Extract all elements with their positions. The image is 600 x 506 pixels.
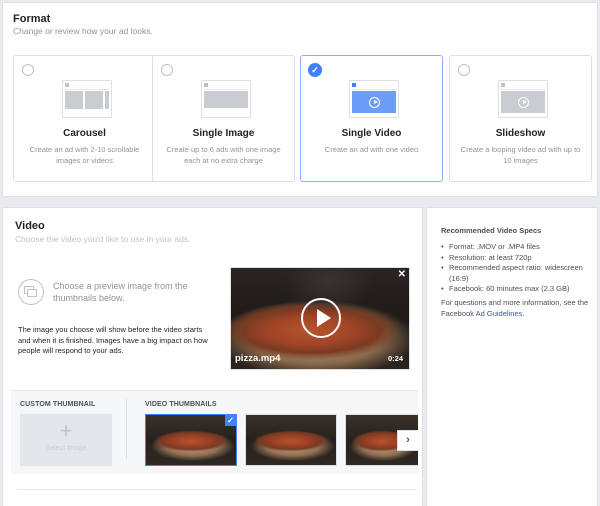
close-icon[interactable]: ✕	[398, 269, 406, 280]
thumbnail-image	[146, 415, 236, 465]
play-icon	[517, 96, 529, 108]
video-thumbnails-label: VIDEO THUMBNAILS	[145, 401, 217, 408]
format-option-single-image[interactable]: Single Image Create up to 6 ads with one…	[152, 55, 295, 182]
format-option-label: Single Image	[192, 128, 255, 139]
video-preview[interactable]: pizza.mp4 0:24 ✕	[230, 267, 410, 370]
chevron-right-icon[interactable]: ›	[397, 430, 418, 451]
format-option-description: Create an ad with 2-10 scrollable images…	[29, 145, 140, 165]
format-option-slideshow[interactable]: Slideshow Create a looping video ad with…	[449, 55, 592, 182]
carousel-illustration-icon	[62, 80, 112, 118]
video-section: Video Choose the video you'd like to use…	[2, 207, 423, 506]
thumbnail-panel: CUSTOM THUMBNAIL + Select Image VIDEO TH…	[11, 390, 418, 474]
format-option-label: Single Video	[341, 128, 402, 139]
spec-item: Resolution: at least 720p	[441, 253, 591, 264]
select-image-button[interactable]: + Select Image	[20, 414, 112, 466]
format-option-label: Carousel	[63, 128, 106, 139]
radio-unchecked-icon[interactable]	[161, 64, 173, 76]
format-title: Format	[13, 13, 51, 25]
video-thumbnail[interactable]	[245, 414, 337, 466]
specs-title: Recommended Video Specs	[441, 226, 542, 235]
format-option-label: Slideshow	[495, 128, 546, 139]
format-option-description: Create an ad with one video	[324, 145, 419, 154]
divider	[126, 399, 127, 459]
format-option-description: Create a looping video ad with up to 10 …	[460, 145, 581, 165]
choose-preview-prompt: Choose a preview image from the thumbnai…	[53, 281, 188, 303]
thumbnail-explanation: The image you choose will show before th…	[18, 325, 208, 355]
custom-thumbnail-label: CUSTOM THUMBNAIL	[20, 401, 96, 408]
single-image-illustration-icon	[201, 80, 251, 118]
spec-item: Recommended aspect ratio: widescreen (16…	[441, 263, 591, 284]
format-option-description: Create up to 6 ads with one image each a…	[166, 145, 281, 165]
specs-list: Format: .MOV or .MP4 files Resolution: a…	[441, 242, 591, 295]
video-duration: 0:24	[387, 354, 403, 363]
single-video-illustration-icon	[349, 80, 399, 118]
plus-icon: +	[59, 418, 73, 443]
radio-unchecked-icon[interactable]	[458, 64, 470, 76]
video-thumbnail[interactable]: ✓	[145, 414, 237, 466]
ad-guidelines-link[interactable]: Ad Guidelines	[476, 309, 523, 318]
slideshow-illustration-icon	[498, 80, 548, 118]
video-specs-panel: Recommended Video Specs Format: .MOV or …	[426, 207, 598, 506]
ad-creation-page: Format Change or review how your ad look…	[0, 0, 600, 506]
image-gallery-icon	[18, 279, 44, 305]
thumbnail-image	[246, 415, 336, 465]
checkmark-selected-icon[interactable]: ✓	[308, 63, 322, 77]
play-icon	[368, 96, 380, 108]
format-option-single-video[interactable]: ✓ Single Video Create an ad with one vid…	[300, 55, 443, 182]
spec-item: Facebook: 60 minutes max (2.3 GB)	[441, 284, 591, 295]
select-image-label: Select Image	[45, 445, 87, 452]
format-section: Format Change or review how your ad look…	[2, 2, 598, 197]
radio-unchecked-icon[interactable]	[22, 64, 34, 76]
more-info-suffix: .	[522, 308, 525, 318]
checkmark-icon: ✓	[225, 415, 236, 426]
format-option-carousel[interactable]: Carousel Create an ad with 2-10 scrollab…	[13, 55, 156, 182]
video-filename: pizza.mp4	[235, 353, 281, 364]
play-button-icon[interactable]	[301, 298, 341, 338]
divider	[17, 489, 417, 490]
specs-more-info: For questions and more information, see …	[441, 298, 591, 319]
video-subtitle: Choose the video you'd like to use in yo…	[15, 234, 191, 244]
spec-item: Format: .MOV or .MP4 files	[441, 242, 591, 253]
format-subtitle: Change or review how your ad looks.	[13, 26, 153, 36]
video-title: Video	[15, 220, 45, 232]
